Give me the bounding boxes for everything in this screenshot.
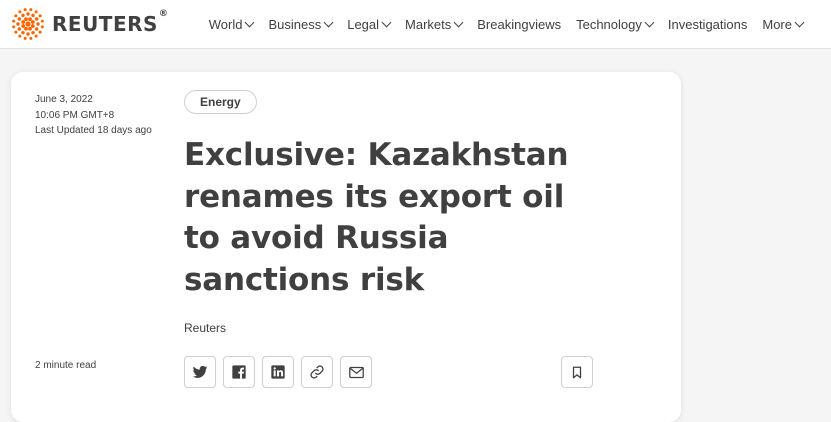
linkedin-icon [271, 365, 285, 379]
logo-dot [12, 25, 16, 29]
logo-dot [23, 8, 27, 12]
save-article-button[interactable] [561, 356, 593, 388]
logo-dot [36, 22, 40, 26]
logo-dot [18, 34, 22, 38]
reuters-logo[interactable]: REUTERS® [10, 6, 168, 42]
bookmark-icon [572, 366, 582, 378]
logo-dot [38, 14, 42, 18]
logo-dot [34, 17, 39, 21]
topic-tag[interactable]: Energy [184, 90, 257, 114]
read-time: 2 minute read [35, 360, 97, 371]
logo-dot [28, 26, 32, 31]
logo-dot [34, 10, 38, 14]
article-headline: Exclusive: Kazakhstan renames its export… [184, 137, 569, 298]
logo-dot [30, 20, 35, 24]
chevron-down-icon [644, 17, 655, 27]
logo-dot [12, 19, 16, 23]
publish-time: 10:06 PM GMT+8 [35, 109, 115, 121]
email-icon [348, 366, 364, 378]
logo-dot [21, 24, 26, 28]
logo-dot [16, 22, 20, 26]
logo-dot [14, 30, 18, 34]
logo-dot [34, 27, 39, 31]
twitter-icon [192, 365, 208, 378]
logo-dot [17, 27, 22, 31]
registered-mark: ® [158, 9, 169, 19]
logo-dot [25, 21, 31, 27]
logo-dot [23, 36, 27, 40]
share-bar [184, 356, 379, 388]
link-icon [310, 365, 324, 379]
logo-dot [26, 32, 30, 36]
chevron-down-icon [453, 17, 464, 27]
nav-label: Markets [405, 16, 452, 32]
logo-dot [40, 25, 44, 29]
share-facebook-button[interactable] [223, 356, 255, 388]
logo-dot [17, 17, 22, 21]
share-email-button[interactable] [340, 356, 372, 388]
logo-dot [31, 30, 35, 35]
nav-item-world[interactable]: World [208, 16, 255, 32]
nav-item-more[interactable]: More [762, 16, 805, 32]
logo-dot [14, 14, 18, 18]
article-meta: June 3, 2022 10:06 PM GMT+8 Last Updated… [35, 92, 152, 139]
logo-dot [31, 13, 35, 18]
nav-label: Legal [347, 16, 380, 32]
nav-item-breakingviews[interactable]: Breakingviews [477, 17, 561, 32]
nav-label: Business [268, 16, 322, 32]
nav-label: More [762, 16, 792, 32]
nav-label: Breakingviews [477, 16, 562, 32]
logo-dot [40, 19, 44, 23]
top-navigation-bar: REUTERS® World Business Legal Markets Br… [0, 0, 831, 49]
nav-item-technology[interactable]: Technology [576, 16, 655, 32]
logo-dot [21, 30, 25, 35]
logo-dot [24, 26, 28, 31]
brand-name: REUTERS® [52, 9, 169, 36]
logo-dot [29, 36, 33, 40]
last-updated: Last Updated 18 days ago [35, 125, 152, 136]
nav-label: Technology [576, 16, 642, 32]
nav-label: World [208, 16, 243, 32]
logo-dot [28, 17, 32, 22]
logo-dot [18, 10, 22, 14]
reuters-logo-mark [12, 8, 44, 40]
nav-item-business[interactable]: Business [268, 16, 334, 32]
logo-dot [26, 12, 30, 16]
logo-dot [21, 13, 25, 18]
logo-dot [30, 24, 35, 28]
nav-item-markets[interactable]: Markets [405, 16, 464, 32]
nav-label: Investigations [667, 16, 748, 32]
chevron-down-icon [245, 17, 255, 27]
logo-dot [24, 17, 28, 22]
logo-dot [29, 8, 33, 12]
article-card: June 3, 2022 10:06 PM GMT+8 Last Updated… [11, 72, 681, 422]
main-nav: World Business Legal Markets Breakingvie… [209, 0, 831, 48]
logo-dot [21, 20, 26, 24]
share-twitter-button[interactable] [184, 356, 216, 388]
share-linkedin-button[interactable] [262, 356, 294, 388]
logo-dot [34, 34, 38, 38]
byline[interactable]: Reuters [184, 321, 226, 335]
copy-link-button[interactable] [301, 356, 333, 388]
chevron-down-icon [323, 17, 334, 27]
publish-date: June 3, 2022 [35, 94, 93, 105]
facebook-icon [232, 365, 246, 379]
chevron-down-icon [381, 17, 392, 27]
logo-dot [38, 30, 42, 34]
chevron-down-icon [794, 17, 805, 27]
nav-item-legal[interactable]: Legal [347, 16, 392, 32]
nav-item-investigations[interactable]: Investigations [668, 17, 748, 32]
